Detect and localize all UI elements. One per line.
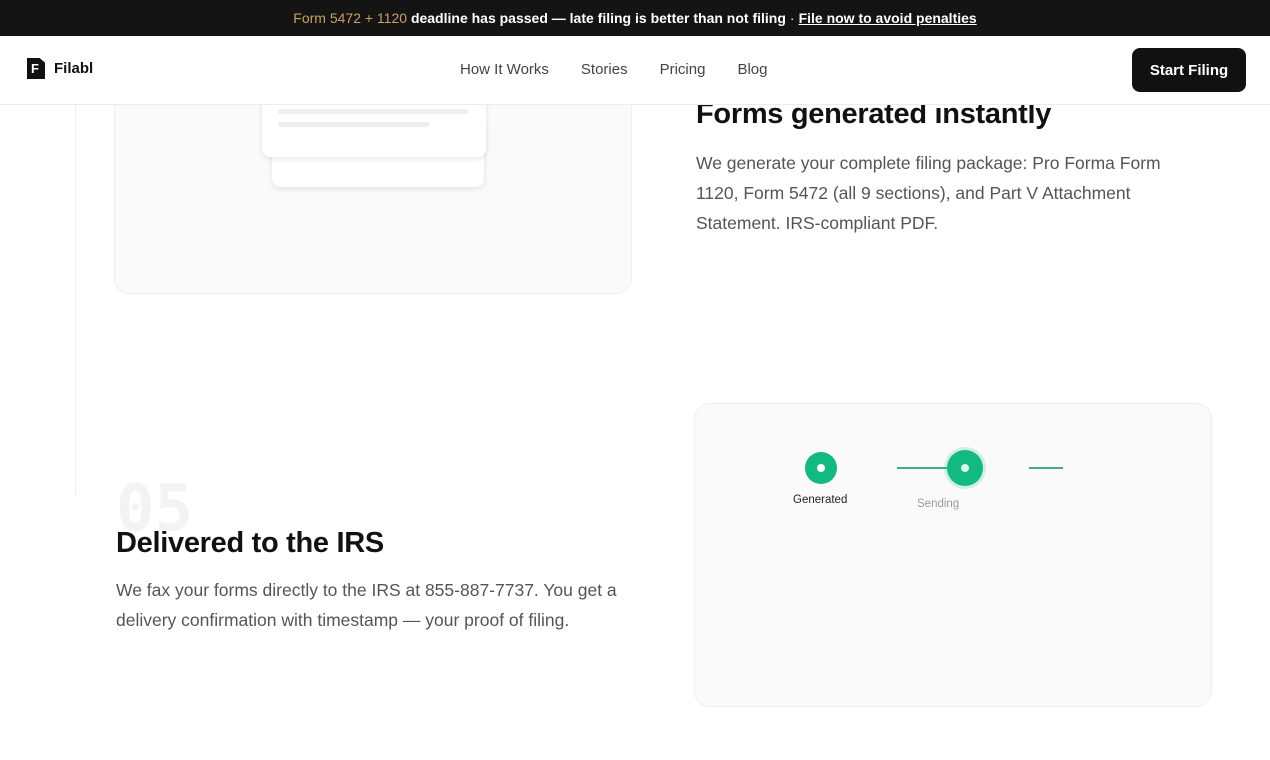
nav-stories[interactable]: Stories xyxy=(581,61,628,78)
start-filing-button[interactable]: Start Filing xyxy=(1132,48,1246,92)
page: Form 5472 + 1120 deadline has passed — l… xyxy=(0,0,1270,760)
nav-how-it-works[interactable]: How It Works xyxy=(460,61,549,78)
announcement-bar: Form 5472 + 1120 deadline has passed — l… xyxy=(0,0,1270,36)
dot-center xyxy=(817,464,825,472)
announcement-separator: · xyxy=(789,10,795,26)
document-line xyxy=(278,109,468,114)
step-connector xyxy=(1029,467,1063,469)
step-5-title: Delivered to the IRS xyxy=(116,527,384,559)
generated-step-label: Generated xyxy=(793,494,848,506)
main-nav: How It Works Stories Pricing Blog xyxy=(460,61,767,78)
nav-blog[interactable]: Blog xyxy=(737,61,767,78)
announcement-message: deadline has passed — late filing is bet… xyxy=(410,10,786,26)
announcement-forms: Form 5472 + 1120 xyxy=(293,10,408,26)
generated-step-dot xyxy=(805,452,837,484)
step-4-description: We generate your complete filing package… xyxy=(696,153,1161,233)
nav-pricing[interactable]: Pricing xyxy=(660,61,706,78)
brand-logo-icon xyxy=(27,58,45,79)
site-header: Filabl How It Works Stories Pricing Blog… xyxy=(0,36,1270,105)
sending-step-label: Sending xyxy=(917,498,960,510)
sending-step-dot xyxy=(947,450,983,486)
step-connector xyxy=(897,467,947,469)
file-now-link[interactable]: File now to avoid penalties xyxy=(799,10,977,26)
brand-logo[interactable]: Filabl xyxy=(27,58,93,79)
document-line xyxy=(278,122,430,127)
brand-name: Filabl xyxy=(54,60,94,77)
timeline-line xyxy=(75,105,76,495)
step-5-description: We fax your forms directly to the IRS at… xyxy=(116,580,617,630)
dot-center xyxy=(961,464,969,472)
delivery-progress-card: Generated Sending xyxy=(694,403,1212,707)
